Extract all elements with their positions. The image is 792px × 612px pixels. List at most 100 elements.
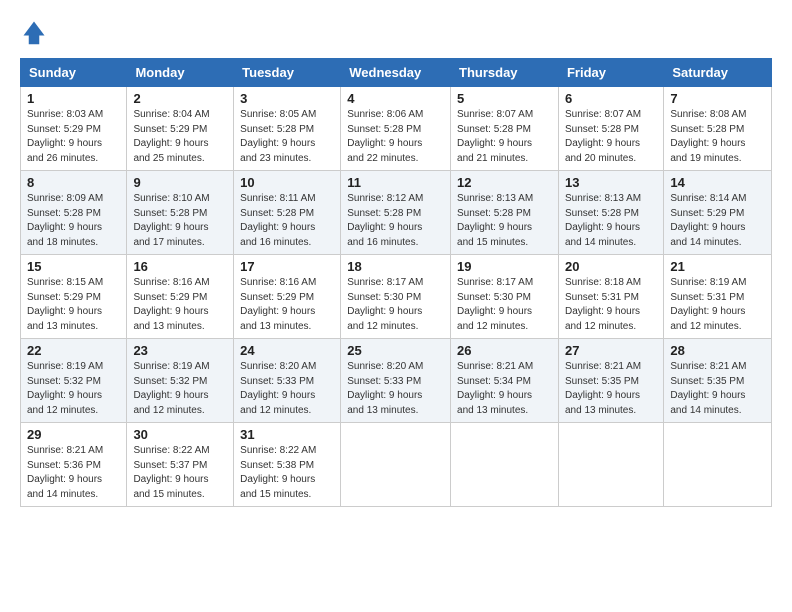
calendar-cell: 2Sunrise: 8:04 AM Sunset: 5:29 PM Daylig… bbox=[127, 87, 234, 171]
day-info: Sunrise: 8:16 AM Sunset: 5:29 PM Dayligh… bbox=[133, 276, 227, 334]
day-number: 27 bbox=[565, 343, 657, 358]
day-number: 12 bbox=[457, 175, 552, 190]
day-number: 9 bbox=[133, 175, 227, 190]
day-info: Sunrise: 8:17 AM Sunset: 5:30 PM Dayligh… bbox=[457, 276, 552, 334]
calendar-cell: 19 Sunrise: 8:17 AM Sunset: 5:30 PM Dayli… bbox=[451, 255, 559, 339]
header-day: Thursday bbox=[451, 59, 559, 87]
page: SundayMondayTuesdayWednesdayThursdayFrid… bbox=[0, 0, 792, 612]
day-number: 14 bbox=[670, 175, 765, 190]
day-info: Sunrise: 8:13 AM Sunset: 5:28 PM Dayligh… bbox=[565, 192, 657, 250]
header-day: Saturday bbox=[664, 59, 772, 87]
header-day: Wednesday bbox=[341, 59, 451, 87]
calendar-cell: 4Sunrise: 8:06 AM Sunset: 5:28 PM Daylig… bbox=[341, 87, 451, 171]
header-day: Sunday bbox=[21, 59, 127, 87]
day-info: Sunrise: 8:11 AM Sunset: 5:28 PM Dayligh… bbox=[240, 192, 334, 250]
calendar-cell bbox=[558, 423, 663, 507]
day-info: Sunrise: 8:22 AM Sunset: 5:38 PM Dayligh… bbox=[240, 444, 334, 502]
day-info: Sunrise: 8:19 AM Sunset: 5:32 PM Dayligh… bbox=[133, 360, 227, 418]
day-info: Sunrise: 8:21 AM Sunset: 5:34 PM Dayligh… bbox=[457, 360, 552, 418]
day-number: 1 bbox=[27, 91, 120, 106]
calendar-cell: 7Sunrise: 8:08 AM Sunset: 5:28 PM Daylig… bbox=[664, 87, 772, 171]
day-number: 21 bbox=[670, 259, 765, 274]
day-info: Sunrise: 8:20 AM Sunset: 5:33 PM Dayligh… bbox=[240, 360, 334, 418]
day-info: Sunrise: 8:07 AM Sunset: 5:28 PM Dayligh… bbox=[565, 108, 657, 166]
day-number: 8 bbox=[27, 175, 120, 190]
calendar-cell: 17Sunrise: 8:16 AM Sunset: 5:29 PM Dayli… bbox=[234, 255, 341, 339]
calendar-cell: 15Sunrise: 8:15 AM Sunset: 5:29 PM Dayli… bbox=[21, 255, 127, 339]
header bbox=[20, 18, 772, 46]
calendar-cell: 26 Sunrise: 8:21 AM Sunset: 5:34 PM Dayli… bbox=[451, 339, 559, 423]
calendar-cell: 12 Sunrise: 8:13 AM Sunset: 5:28 PM Dayli… bbox=[451, 171, 559, 255]
day-number: 26 bbox=[457, 343, 552, 358]
calendar-cell: 11Sunrise: 8:12 AM Sunset: 5:28 PM Dayli… bbox=[341, 171, 451, 255]
calendar-cell bbox=[341, 423, 451, 507]
calendar-cell: 23 Sunrise: 8:19 AM Sunset: 5:32 PM Dayli… bbox=[127, 339, 234, 423]
day-number: 31 bbox=[240, 427, 334, 442]
day-info: Sunrise: 8:19 AM Sunset: 5:32 PM Dayligh… bbox=[27, 360, 120, 418]
day-number: 17 bbox=[240, 259, 334, 274]
calendar-cell: 27 Sunrise: 8:21 AM Sunset: 5:35 PM Dayli… bbox=[558, 339, 663, 423]
day-number: 13 bbox=[565, 175, 657, 190]
day-info: Sunrise: 8:14 AM Sunset: 5:29 PM Dayligh… bbox=[670, 192, 765, 250]
day-number: 18 bbox=[347, 259, 444, 274]
logo-icon bbox=[20, 18, 48, 46]
day-number: 25 bbox=[347, 343, 444, 358]
calendar-table: SundayMondayTuesdayWednesdayThursdayFrid… bbox=[20, 58, 772, 507]
calendar-cell: 20 Sunrise: 8:18 AM Sunset: 5:31 PM Dayli… bbox=[558, 255, 663, 339]
calendar-cell: 25 Sunrise: 8:20 AM Sunset: 5:33 PM Dayli… bbox=[341, 339, 451, 423]
day-number: 19 bbox=[457, 259, 552, 274]
header-day: Tuesday bbox=[234, 59, 341, 87]
calendar-cell: 9 Sunrise: 8:10 AM Sunset: 5:28 PM Daylig… bbox=[127, 171, 234, 255]
calendar-cell: 30Sunrise: 8:22 AM Sunset: 5:37 PM Dayli… bbox=[127, 423, 234, 507]
week-row: 1 Sunrise: 8:03 AM Sunset: 5:29 PM Daylig… bbox=[21, 87, 772, 171]
day-number: 5 bbox=[457, 91, 552, 106]
week-row: 8 Sunrise: 8:09 AM Sunset: 5:28 PM Daylig… bbox=[21, 171, 772, 255]
day-info: Sunrise: 8:07 AM Sunset: 5:28 PM Dayligh… bbox=[457, 108, 552, 166]
day-info: Sunrise: 8:21 AM Sunset: 5:35 PM Dayligh… bbox=[670, 360, 765, 418]
calendar-cell bbox=[664, 423, 772, 507]
day-info: Sunrise: 8:20 AM Sunset: 5:33 PM Dayligh… bbox=[347, 360, 444, 418]
header-day: Friday bbox=[558, 59, 663, 87]
day-number: 23 bbox=[133, 343, 227, 358]
day-info: Sunrise: 8:19 AM Sunset: 5:31 PM Dayligh… bbox=[670, 276, 765, 334]
calendar-cell: 6 Sunrise: 8:07 AM Sunset: 5:28 PM Daylig… bbox=[558, 87, 663, 171]
header-row: SundayMondayTuesdayWednesdayThursdayFrid… bbox=[21, 59, 772, 87]
calendar-cell: 18Sunrise: 8:17 AM Sunset: 5:30 PM Dayli… bbox=[341, 255, 451, 339]
calendar-cell bbox=[451, 423, 559, 507]
day-info: Sunrise: 8:05 AM Sunset: 5:28 PM Dayligh… bbox=[240, 108, 334, 166]
day-info: Sunrise: 8:10 AM Sunset: 5:28 PM Dayligh… bbox=[133, 192, 227, 250]
day-number: 10 bbox=[240, 175, 334, 190]
day-info: Sunrise: 8:09 AM Sunset: 5:28 PM Dayligh… bbox=[27, 192, 120, 250]
calendar-cell: 14 Sunrise: 8:14 AM Sunset: 5:29 PM Dayli… bbox=[664, 171, 772, 255]
day-number: 24 bbox=[240, 343, 334, 358]
calendar-cell: 22 Sunrise: 8:19 AM Sunset: 5:32 PM Dayli… bbox=[21, 339, 127, 423]
calendar-cell: 10 Sunrise: 8:11 AM Sunset: 5:28 PM Dayli… bbox=[234, 171, 341, 255]
calendar-cell: 5 Sunrise: 8:07 AM Sunset: 5:28 PM Daylig… bbox=[451, 87, 559, 171]
day-info: Sunrise: 8:13 AM Sunset: 5:28 PM Dayligh… bbox=[457, 192, 552, 250]
day-info: Sunrise: 8:08 AM Sunset: 5:28 PM Dayligh… bbox=[670, 108, 765, 166]
header-day: Monday bbox=[127, 59, 234, 87]
day-info: Sunrise: 8:15 AM Sunset: 5:29 PM Dayligh… bbox=[27, 276, 120, 334]
day-info: Sunrise: 8:03 AM Sunset: 5:29 PM Dayligh… bbox=[27, 108, 120, 166]
day-number: 20 bbox=[565, 259, 657, 274]
week-row: 15Sunrise: 8:15 AM Sunset: 5:29 PM Dayli… bbox=[21, 255, 772, 339]
calendar-cell: 29 Sunrise: 8:21 AM Sunset: 5:36 PM Dayli… bbox=[21, 423, 127, 507]
logo bbox=[20, 18, 52, 46]
day-number: 28 bbox=[670, 343, 765, 358]
day-info: Sunrise: 8:22 AM Sunset: 5:37 PM Dayligh… bbox=[133, 444, 227, 502]
day-number: 2 bbox=[133, 91, 227, 106]
day-number: 3 bbox=[240, 91, 334, 106]
week-row: 22 Sunrise: 8:19 AM Sunset: 5:32 PM Dayli… bbox=[21, 339, 772, 423]
day-info: Sunrise: 8:21 AM Sunset: 5:35 PM Dayligh… bbox=[565, 360, 657, 418]
day-number: 11 bbox=[347, 175, 444, 190]
day-number: 29 bbox=[27, 427, 120, 442]
day-info: Sunrise: 8:21 AM Sunset: 5:36 PM Dayligh… bbox=[27, 444, 120, 502]
calendar-cell: 28 Sunrise: 8:21 AM Sunset: 5:35 PM Dayli… bbox=[664, 339, 772, 423]
day-number: 16 bbox=[133, 259, 227, 274]
calendar-cell: 1 Sunrise: 8:03 AM Sunset: 5:29 PM Daylig… bbox=[21, 87, 127, 171]
calendar-cell: 3 Sunrise: 8:05 AM Sunset: 5:28 PM Daylig… bbox=[234, 87, 341, 171]
day-info: Sunrise: 8:18 AM Sunset: 5:31 PM Dayligh… bbox=[565, 276, 657, 334]
day-number: 6 bbox=[565, 91, 657, 106]
calendar-cell: 21 Sunrise: 8:19 AM Sunset: 5:31 PM Dayli… bbox=[664, 255, 772, 339]
day-number: 22 bbox=[27, 343, 120, 358]
